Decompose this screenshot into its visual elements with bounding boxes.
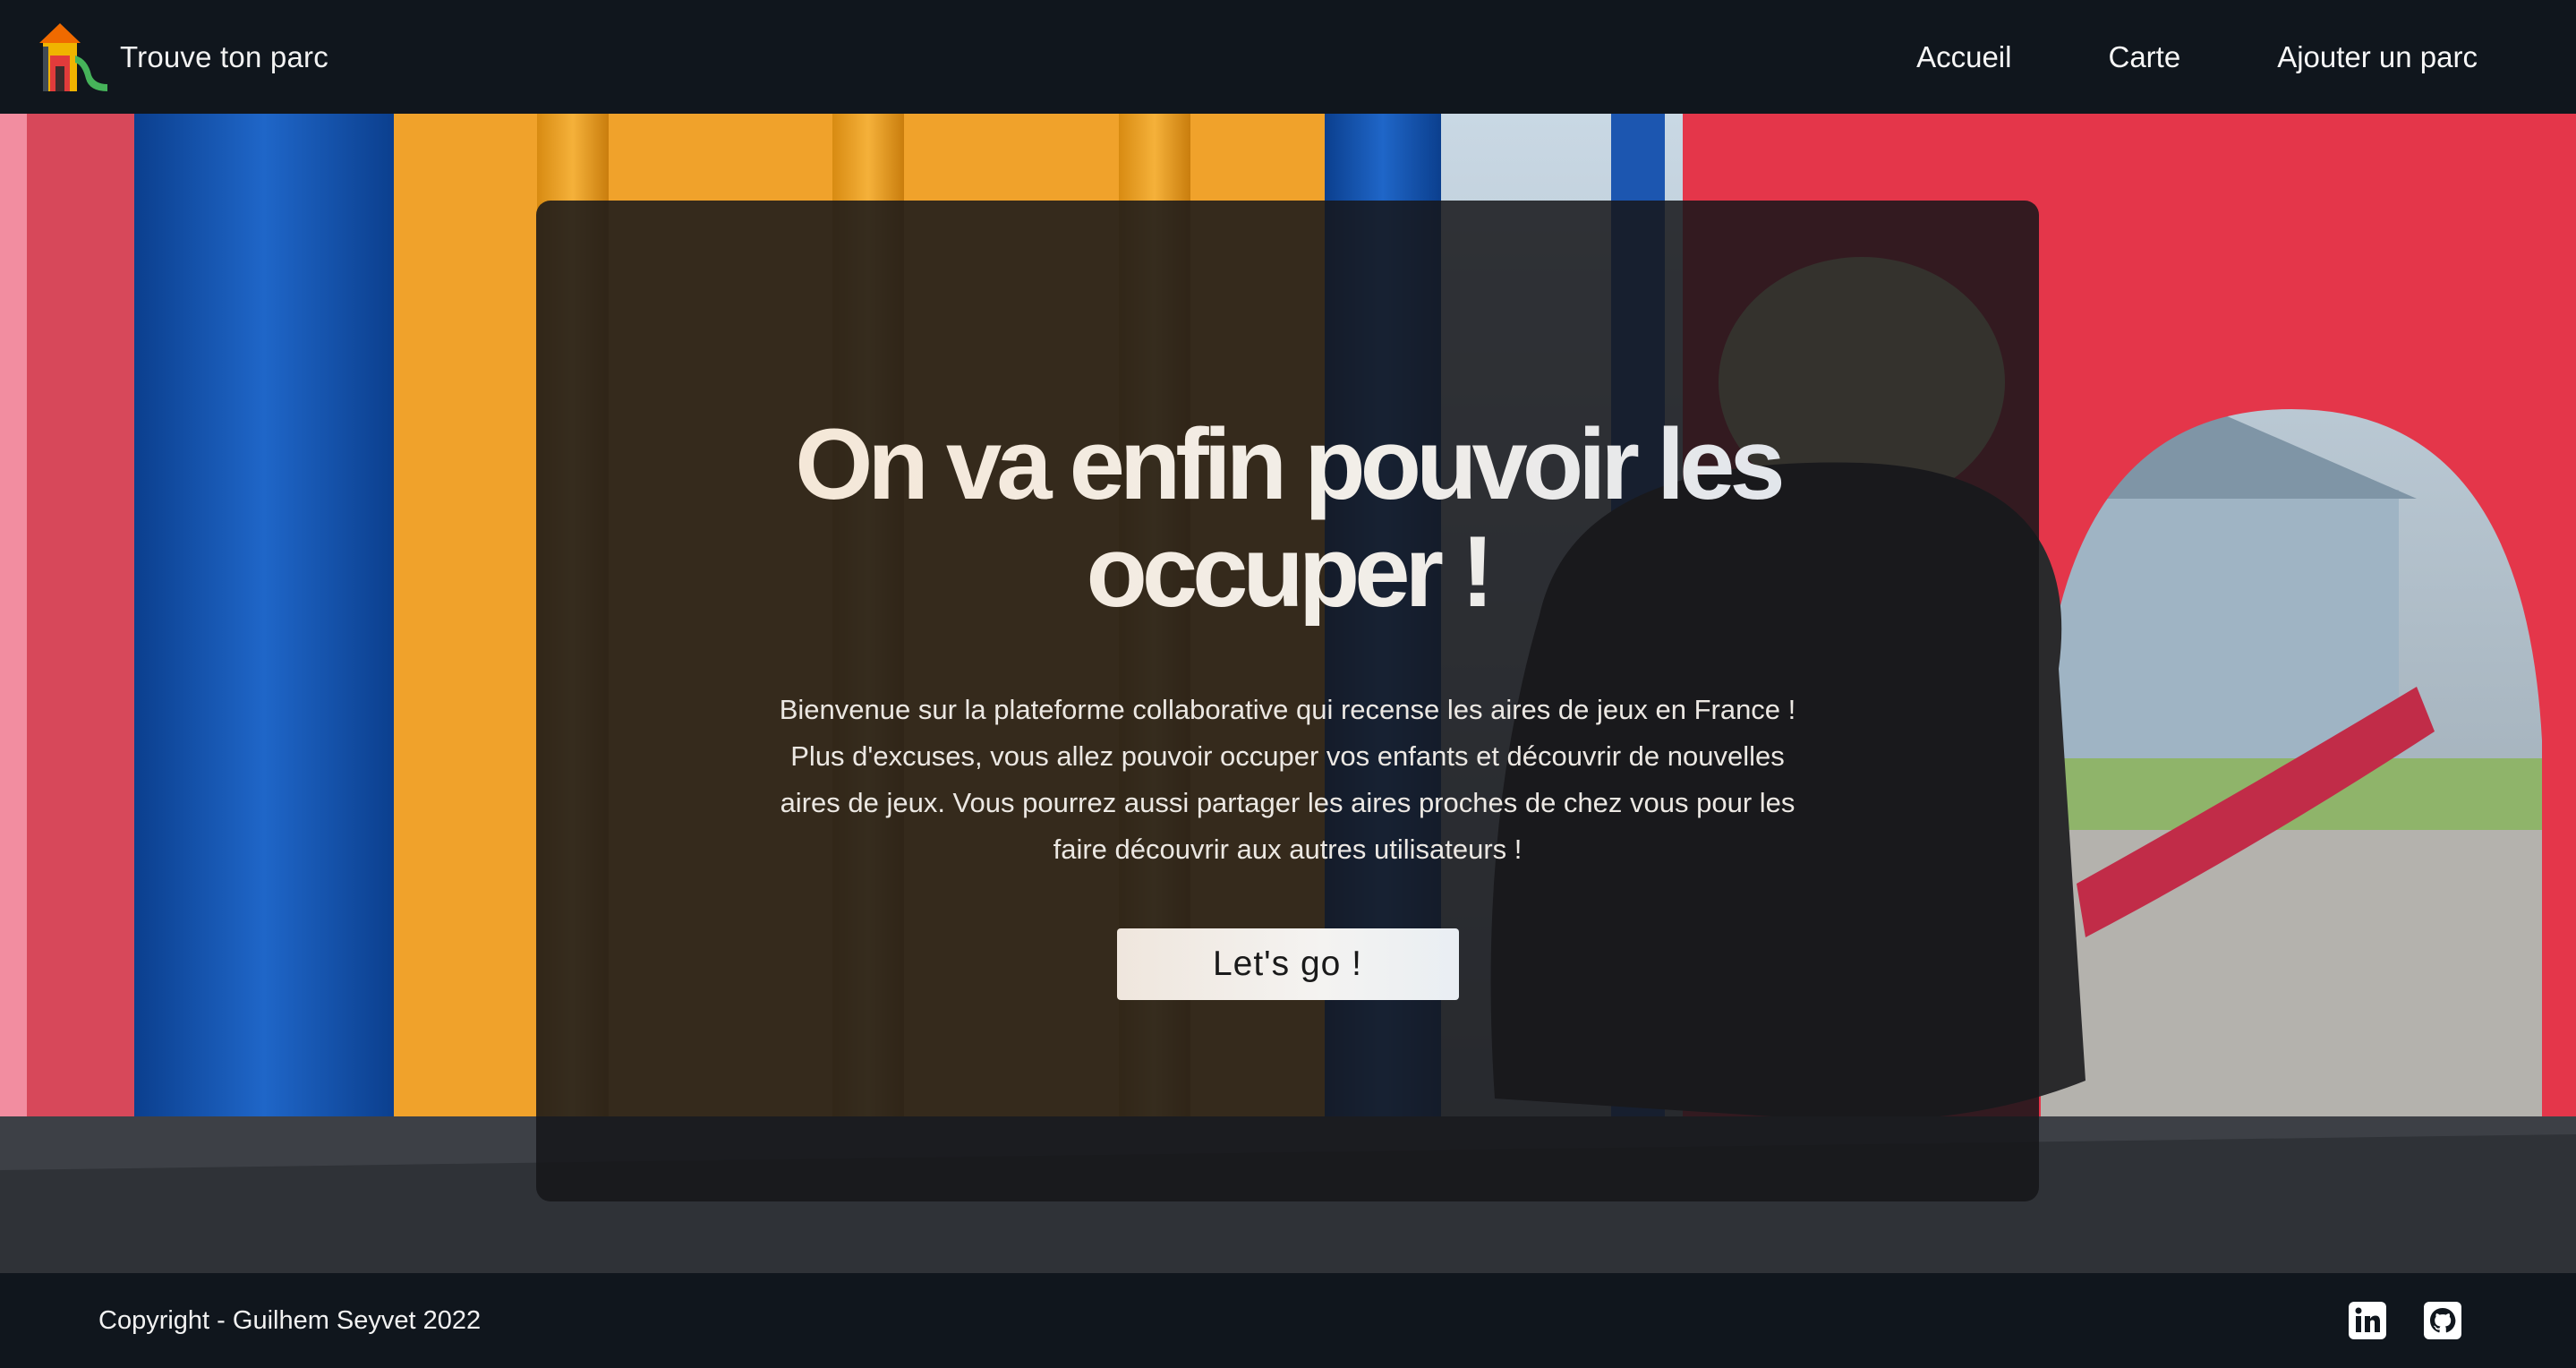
- hero-headline: On va enfin pouvoir les occuper !: [706, 411, 1870, 626]
- footer: Copyright - Guilhem Seyvet 2022: [0, 1273, 2576, 1368]
- nav-link-ajouter-un-parc[interactable]: Ajouter un parc: [2277, 40, 2478, 74]
- linkedin-link[interactable]: [2349, 1302, 2386, 1339]
- hero-card: On va enfin pouvoir les occuper ! Bienve…: [536, 201, 2039, 1201]
- brand-title: Trouve ton parc: [120, 39, 328, 73]
- nav-link-accueil[interactable]: Accueil: [1916, 40, 2011, 74]
- hero-intro-text: Bienvenue sur la plateforme collaborativ…: [779, 694, 1796, 865]
- social-links: [2349, 1302, 2461, 1339]
- github-link[interactable]: [2424, 1302, 2461, 1339]
- navbar: Trouve ton parc Accueil Carte Ajouter un…: [0, 0, 2576, 114]
- nav-link-carte[interactable]: Carte: [2108, 40, 2180, 74]
- brand[interactable]: Trouve ton parc: [34, 20, 328, 95]
- playground-logo-icon: [39, 22, 107, 91]
- lets-go-button[interactable]: Let's go !: [1116, 928, 1459, 1000]
- github-icon: [2424, 1302, 2461, 1339]
- copyright-text: Copyright - Guilhem Seyvet 2022: [98, 1305, 482, 1335]
- main-nav: Accueil Carte Ajouter un parc: [1916, 40, 2478, 74]
- linkedin-icon: [2349, 1302, 2386, 1339]
- hero-section: On va enfin pouvoir les occuper ! Bienve…: [0, 114, 2576, 1273]
